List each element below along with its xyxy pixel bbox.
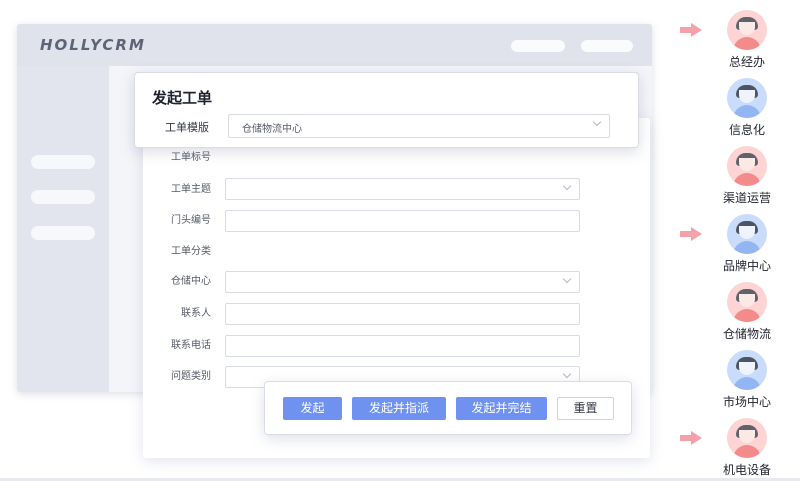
- department-item[interactable]: 总经办: [680, 4, 800, 70]
- form-label-store-code: 门头编号: [171, 215, 211, 226]
- arrow-right-icon: [680, 227, 702, 241]
- phone-input[interactable]: [225, 335, 580, 357]
- warehouse-select[interactable]: [225, 271, 580, 293]
- launch-and-assign-button[interactable]: 发起并指派: [352, 397, 446, 420]
- launch-button[interactable]: 发起: [283, 397, 342, 420]
- form-label-contact: 联系人: [181, 308, 211, 319]
- chevron-down-icon: [592, 117, 602, 127]
- template-label: 工单模版: [165, 121, 209, 134]
- store-code-input[interactable]: [225, 210, 580, 232]
- avatar-icon: [727, 146, 767, 186]
- sidebar-placeholder-item: [31, 190, 95, 204]
- arrow-right-icon: [680, 431, 702, 445]
- sidebar-placeholder-item: [31, 226, 95, 240]
- arrow-right-icon: [680, 23, 702, 37]
- header-placeholder-button: [511, 40, 565, 52]
- avatar-icon: [727, 418, 767, 458]
- action-bar: 发起 发起并指派 发起并完结 重置: [264, 381, 632, 435]
- form-label-category: 工单分类: [171, 246, 211, 257]
- department-list: 总经办 信息化 渠道运营 品牌中心 仓储物流 市场中心 机电设备: [680, 0, 800, 481]
- chevron-down-icon: [562, 181, 572, 191]
- header-placeholder-button: [581, 40, 633, 52]
- avatar-icon: [727, 282, 767, 322]
- chevron-down-icon: [562, 274, 572, 284]
- department-name: 信息化: [728, 123, 765, 137]
- department-name: 机电设备: [722, 463, 771, 477]
- subject-select[interactable]: [225, 178, 580, 200]
- chevron-down-icon: [562, 369, 572, 379]
- panel-title: 发起工单: [152, 89, 213, 107]
- avatar-icon: [727, 78, 767, 118]
- template-select-value: 仓储物流中心: [242, 124, 302, 135]
- form-label-phone: 联系电话: [171, 340, 211, 351]
- template-select[interactable]: 仓储物流中心: [228, 114, 610, 138]
- department-item[interactable]: 渠道运营: [680, 140, 800, 206]
- reset-button[interactable]: 重置: [557, 397, 614, 420]
- avatar-icon: [727, 10, 767, 50]
- department-item[interactable]: 信息化: [680, 72, 800, 138]
- form-label-subject: 工单主题: [171, 184, 211, 195]
- department-name: 总经办: [728, 55, 765, 69]
- department-name: 仓储物流: [722, 327, 771, 341]
- form-label-issue-type: 问题类别: [171, 371, 211, 382]
- screenshot-canvas: HOLLYCRM 工单标号 工单主题 门头编号 工单分类 仓储中心 联系人 联系…: [0, 0, 800, 481]
- department-item[interactable]: 品牌中心: [680, 208, 800, 274]
- app-header-bar: HOLLYCRM: [17, 24, 652, 66]
- hollycrm-logo: HOLLYCRM: [40, 36, 146, 54]
- contact-input[interactable]: [225, 303, 580, 325]
- department-name: 市场中心: [722, 395, 771, 409]
- department-item[interactable]: 市场中心: [680, 344, 800, 410]
- department-name: 渠道运营: [722, 191, 771, 205]
- form-label-warehouse: 仓储中心: [171, 276, 211, 287]
- department-item[interactable]: 仓储物流: [680, 276, 800, 342]
- form-label-order-number: 工单标号: [171, 152, 211, 163]
- avatar-icon: [727, 214, 767, 254]
- avatar-icon: [727, 350, 767, 390]
- launch-and-complete-button[interactable]: 发起并完结: [456, 397, 547, 420]
- sidebar-placeholder-item: [31, 155, 95, 169]
- work-order-header-panel: 发起工单 工单模版 仓储物流中心: [134, 72, 639, 148]
- department-item[interactable]: 机电设备: [680, 412, 800, 478]
- app-sidebar: [17, 66, 109, 392]
- department-name: 品牌中心: [722, 259, 771, 273]
